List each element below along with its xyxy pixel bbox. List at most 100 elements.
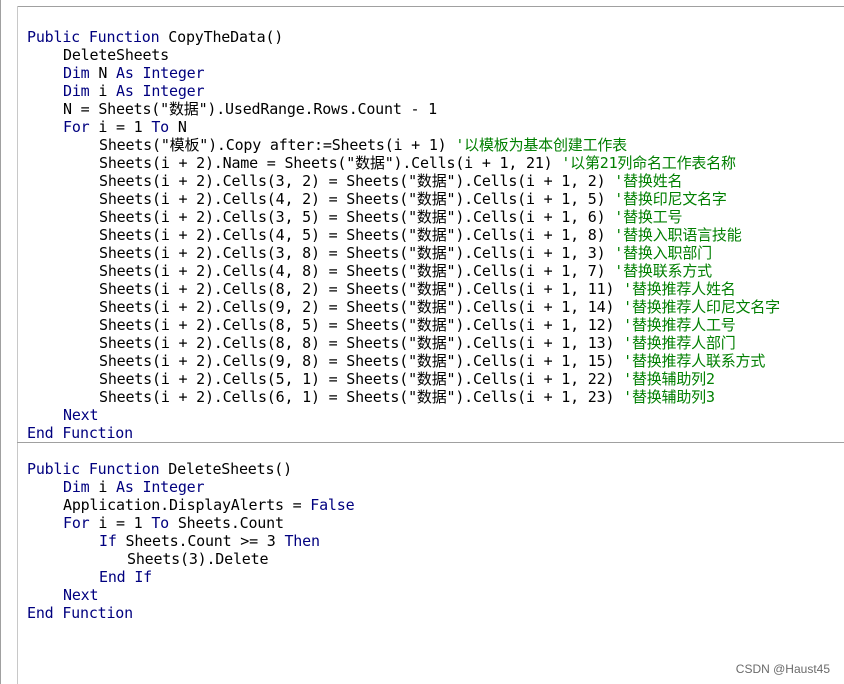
code-keyword: False [310, 496, 355, 514]
code-comment: '替换工号 [614, 208, 683, 226]
code-line[interactable]: Public Function CopyTheData() [27, 28, 780, 46]
code-text: Sheets(i + 2).Cells(8, 8) = Sheets("数据")… [99, 334, 624, 352]
code-text: DeleteSheets [63, 46, 169, 64]
code-line[interactable]: Sheets(i + 2).Cells(3, 8) = Sheets("数据")… [27, 244, 780, 262]
code-line[interactable]: Dim i As Integer [27, 478, 354, 496]
code-comment: '替换推荐人联系方式 [623, 352, 766, 370]
code-keyword: Public Function [27, 28, 160, 46]
code-line[interactable]: Sheets("模板").Copy after:=Sheets(i + 1) '… [27, 136, 780, 154]
code-text: CopyTheData() [159, 28, 284, 46]
code-text: N [89, 64, 116, 82]
code-comment: '替换联系方式 [614, 262, 712, 280]
code-text: Sheets.Count >= 3 [116, 532, 285, 550]
code-line[interactable]: If Sheets.Count >= 3 Then [27, 532, 354, 550]
code-keyword: Dim [63, 82, 90, 100]
code-line[interactable]: Public Function DeleteSheets() [27, 460, 354, 478]
code-comment: '替换辅助列3 [623, 388, 715, 406]
code-keyword: For [63, 514, 90, 532]
code-line[interactable]: Sheets(i + 2).Cells(4, 8) = Sheets("数据")… [27, 262, 780, 280]
code-keyword: End Function [27, 604, 133, 622]
code-line[interactable]: Sheets(i + 2).Cells(5, 1) = Sheets("数据")… [27, 370, 780, 388]
code-keyword: To [151, 118, 169, 136]
code-text: N = Sheets("数据").UsedRange.Rows.Count - … [63, 100, 438, 118]
code-text: Sheets.Count [169, 514, 284, 532]
code-text: Sheets(i + 2).Cells(8, 5) = Sheets("数据")… [99, 316, 624, 334]
watermark: CSDN @Haust45 [735, 662, 830, 676]
code-text: Sheets("模板").Copy after:=Sheets(i + 1) [99, 136, 456, 154]
code-line[interactable]: N = Sheets("数据").UsedRange.Rows.Count - … [27, 100, 780, 118]
code-keyword: Next [63, 586, 99, 604]
code-comment: '替换入职语言技能 [614, 226, 742, 244]
code-line[interactable]: End Function [27, 424, 780, 442]
code-line[interactable]: Next [27, 406, 780, 424]
code-text: Sheets(i + 2).Cells(4, 2) = Sheets("数据")… [99, 190, 615, 208]
code-text: Sheets(i + 2).Cells(8, 2) = Sheets("数据")… [99, 280, 624, 298]
code-line[interactable]: Dim i As Integer [27, 82, 780, 100]
code-comment: '以第21列命名工作表名称 [561, 154, 736, 172]
code-line[interactable]: Sheets(i + 2).Cells(8, 8) = Sheets("数据")… [27, 334, 780, 352]
code-keyword: For [63, 118, 90, 136]
code-line[interactable]: Sheets(i + 2).Cells(3, 5) = Sheets("数据")… [27, 208, 780, 226]
procedure-separator [17, 442, 844, 443]
code-text: Sheets(i + 2).Cells(3, 2) = Sheets("数据")… [99, 172, 615, 190]
code-keyword: Dim [63, 64, 90, 82]
code-comment: '替换入职部门 [614, 244, 712, 262]
code-line[interactable]: DeleteSheets [27, 46, 780, 64]
code-text: Sheets(3).Delete [127, 550, 269, 568]
code-keyword: As Integer [116, 82, 205, 100]
code-text: i = 1 [89, 514, 152, 532]
code-comment: '替换推荐人工号 [623, 316, 736, 334]
code-text: N [169, 118, 187, 136]
code-comment: '以模板为基本创建工作表 [455, 136, 627, 154]
code-line[interactable]: Sheets(i + 2).Cells(8, 2) = Sheets("数据")… [27, 280, 780, 298]
code-line[interactable]: Sheets(i + 2).Cells(6, 1) = Sheets("数据")… [27, 388, 780, 406]
code-line[interactable]: End If [27, 568, 354, 586]
code-keyword: Dim [63, 478, 90, 496]
code-line[interactable]: Sheets(i + 2).Cells(4, 5) = Sheets("数据")… [27, 226, 780, 244]
code-text: Sheets(i + 2).Cells(9, 2) = Sheets("数据")… [99, 298, 624, 316]
code-comment: '替换推荐人姓名 [623, 280, 736, 298]
code-line[interactable]: Sheets(i + 2).Name = Sheets("数据").Cells(… [27, 154, 780, 172]
code-line[interactable]: Sheets(i + 2).Cells(3, 2) = Sheets("数据")… [27, 172, 780, 190]
code-line[interactable]: For i = 1 To Sheets.Count [27, 514, 354, 532]
code-line[interactable]: Application.DisplayAlerts = False [27, 496, 355, 514]
code-text: i [89, 478, 116, 496]
code-line[interactable]: Sheets(3).Delete [27, 550, 354, 568]
code-keyword: To [151, 514, 169, 532]
code-comment: '替换推荐人部门 [623, 334, 736, 352]
code-text: Sheets(i + 2).Cells(5, 1) = Sheets("数据")… [99, 370, 624, 388]
code-keyword: End If [99, 568, 152, 586]
code-line[interactable]: Sheets(i + 2).Cells(8, 5) = Sheets("数据")… [27, 316, 780, 334]
code-line[interactable]: Sheets(i + 2).Cells(9, 8) = Sheets("数据")… [27, 352, 780, 370]
code-text: Sheets(i + 2).Cells(3, 8) = Sheets("数据")… [99, 244, 615, 262]
code-line[interactable]: Sheets(i + 2).Cells(4, 2) = Sheets("数据")… [27, 190, 780, 208]
code-keyword: As Integer [116, 64, 205, 82]
code-keyword: If [99, 532, 117, 550]
code-line[interactable]: End Function [27, 604, 354, 622]
code-text: Sheets(i + 2).Cells(9, 8) = Sheets("数据")… [99, 352, 624, 370]
code-line[interactable]: For i = 1 To N [27, 118, 780, 136]
code-keyword: As Integer [116, 478, 205, 496]
code-line[interactable]: Sheets(i + 2).Cells(9, 2) = Sheets("数据")… [27, 298, 780, 316]
code-keyword: End Function [27, 424, 133, 442]
editor-top-border [17, 6, 844, 7]
code-keyword: Next [63, 406, 99, 424]
code-comment: '替换推荐人印尼文名字 [623, 298, 780, 316]
code-text: i [89, 82, 116, 100]
code-text: Sheets(i + 2).Cells(4, 8) = Sheets("数据")… [99, 262, 615, 280]
procedure-deletesheets[interactable]: Public Function DeleteSheets() Dim i As I… [27, 460, 355, 622]
code-line[interactable]: Dim N As Integer [27, 64, 780, 82]
code-comment: '替换姓名 [614, 172, 683, 190]
code-keyword: Public Function [27, 460, 160, 478]
code-text: Application.DisplayAlerts = [63, 496, 311, 514]
code-text: DeleteSheets() [159, 460, 292, 478]
code-text: Sheets(i + 2).Name = Sheets("数据").Cells(… [99, 154, 562, 172]
procedure-copythedata[interactable]: Public Function CopyTheData() DeleteSheet… [27, 28, 780, 442]
code-comment: '替换印尼文名字 [614, 190, 727, 208]
code-line[interactable]: Next [27, 586, 354, 604]
code-text: Sheets(i + 2).Cells(3, 5) = Sheets("数据")… [99, 208, 615, 226]
code-comment: '替换辅助列2 [623, 370, 715, 388]
code-text: Sheets(i + 2).Cells(4, 5) = Sheets("数据")… [99, 226, 615, 244]
code-text: Sheets(i + 2).Cells(6, 1) = Sheets("数据")… [99, 388, 624, 406]
code-editor[interactable]: Public Function CopyTheData() DeleteSheet… [0, 0, 844, 684]
